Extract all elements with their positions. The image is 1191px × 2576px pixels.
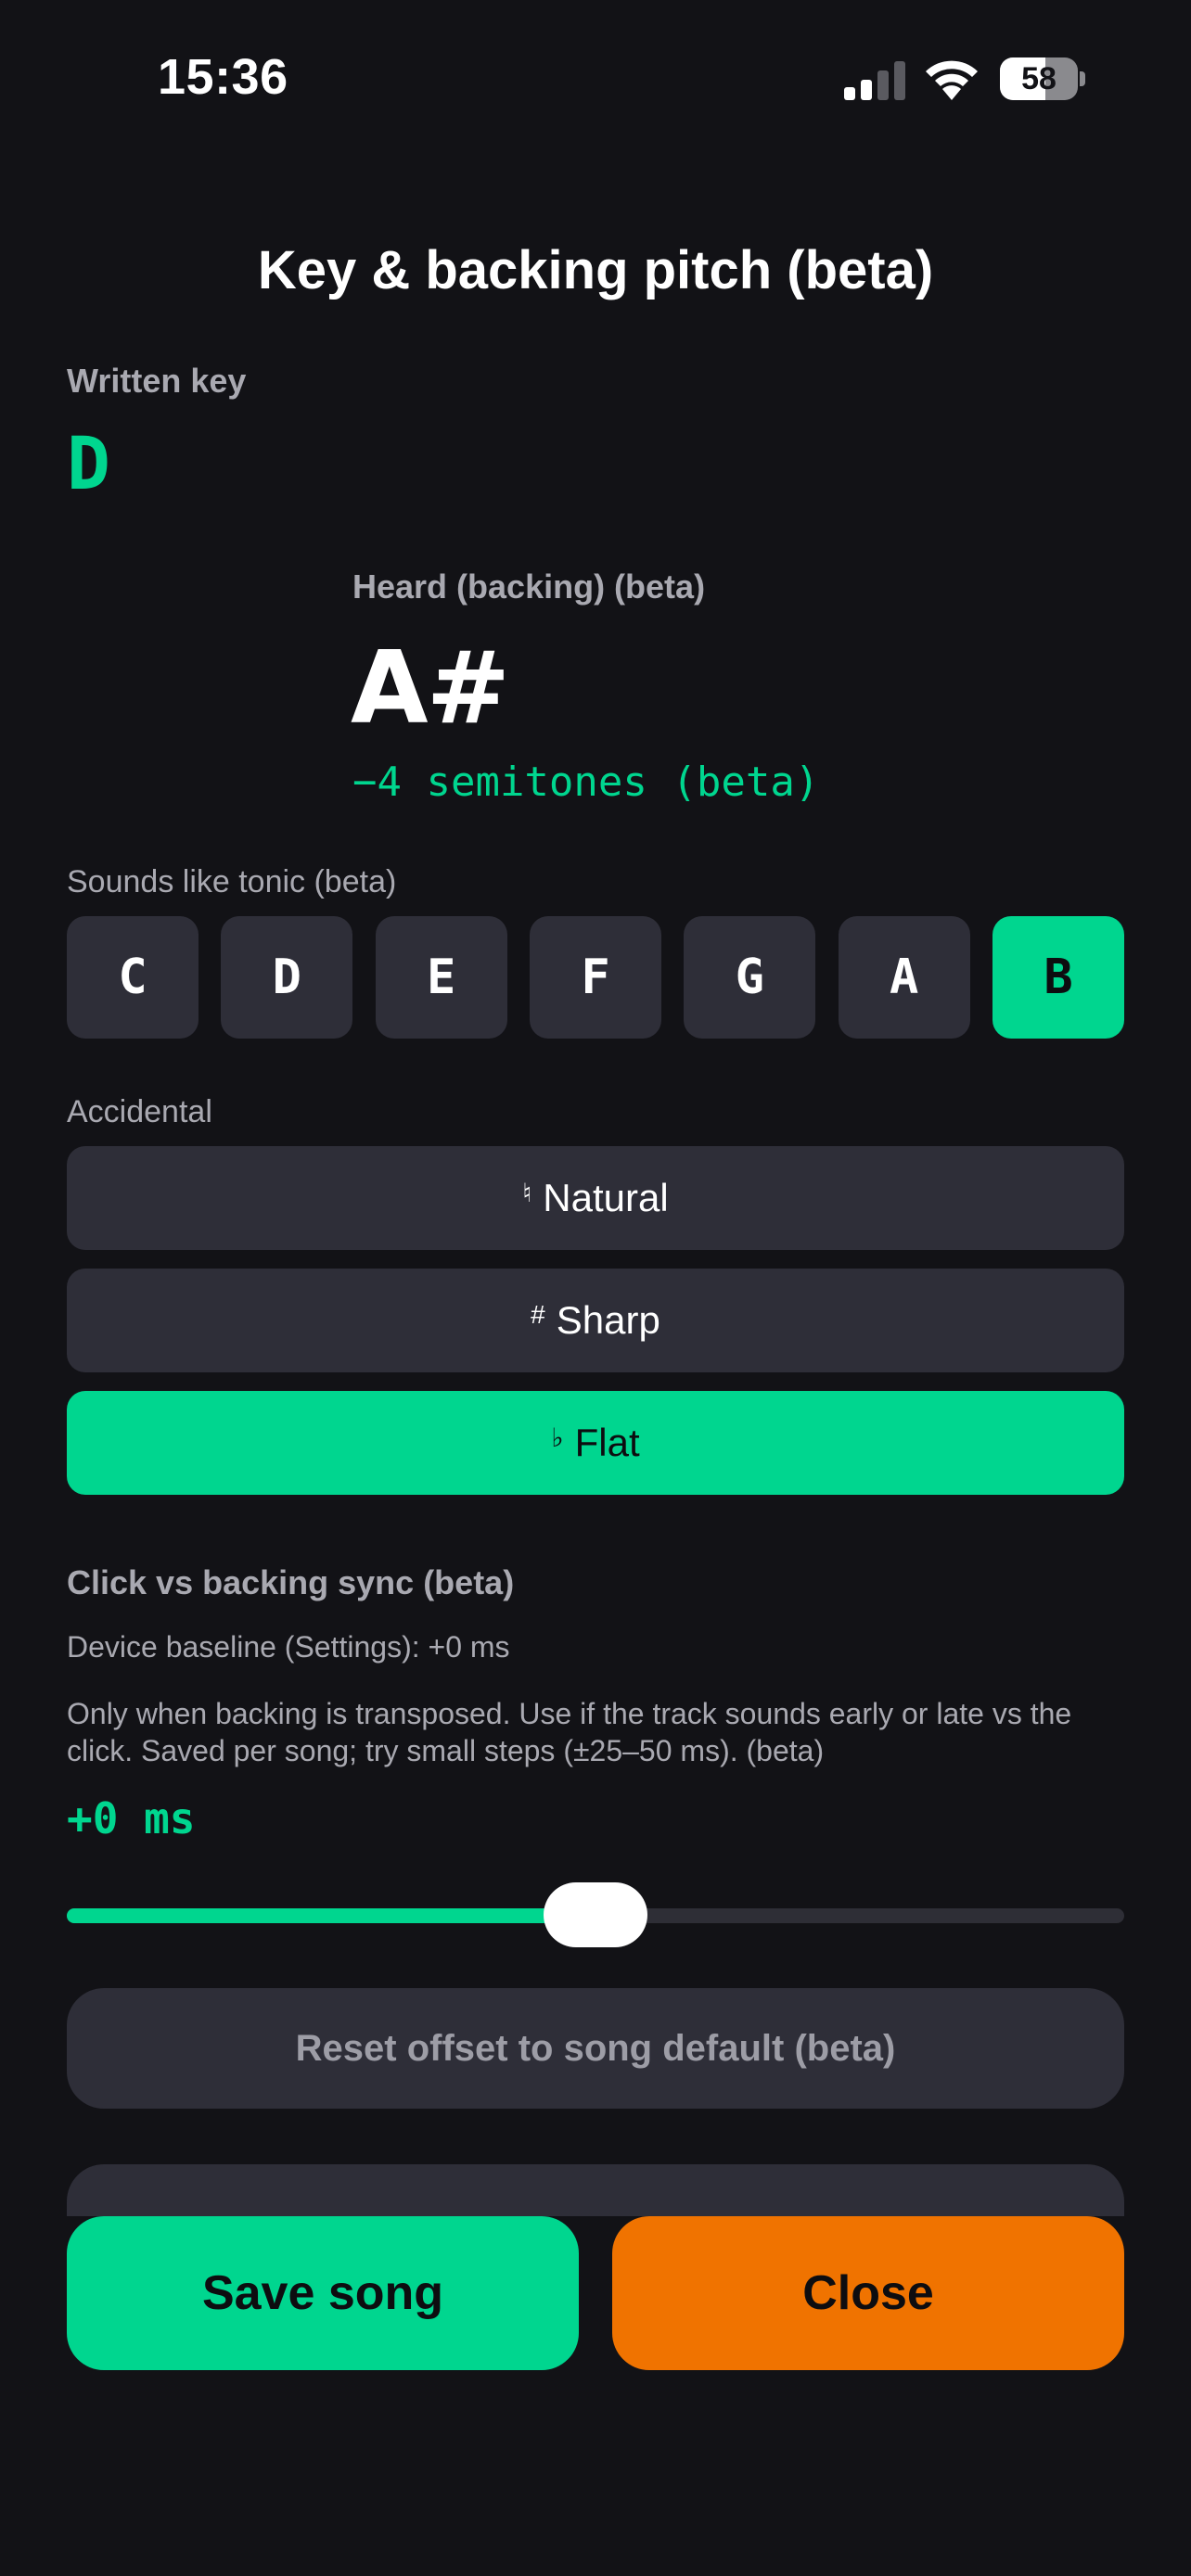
reset-offset-button[interactable]: Reset offset to song default (beta) [67,1988,1124,2109]
device-baseline-text: Device baseline (Settings): +0 ms [67,1630,510,1664]
save-song-button[interactable]: Save song [67,2216,579,2370]
written-key-value: D [67,423,110,506]
heard-key-value: A# [351,631,510,746]
written-key-label: Written key [67,362,247,400]
status-time: 15:36 [158,49,288,105]
tonic-button-c[interactable]: C [67,916,198,1039]
sharp-sign-icon: # [531,1300,545,1329]
slider-thumb[interactable] [544,1882,647,1947]
sync-description: Only when backing is transposed. Use if … [67,1697,1072,1767]
accidental-natural-button[interactable]: ♮ Natural [67,1146,1124,1250]
tonic-button-g[interactable]: G [684,916,816,1039]
sync-section-title: Click vs backing sync (beta) [67,1563,515,1601]
tonic-selector: C D E F G A B [67,916,1124,1039]
tonic-button-e[interactable]: E [375,916,507,1039]
accidental-label: Accidental [67,1094,212,1129]
slider-fill [67,1908,596,1923]
partially-hidden-button[interactable] [67,2164,1124,2216]
sheet-title: Key & backing pitch (beta) [257,240,934,300]
tonic-button-d[interactable]: D [221,916,353,1039]
flat-sign-icon: ♭ [551,1422,564,1452]
offset-value: +0 ms [67,1793,196,1843]
heard-key-label: Heard (backing) (beta) [352,567,706,606]
battery-icon: 58 [1000,57,1085,100]
close-button[interactable]: Close [612,2216,1124,2370]
accidental-sharp-label: Sharp [556,1298,660,1342]
tonic-button-f[interactable]: F [529,916,661,1039]
accidental-natural-label: Natural [543,1176,669,1219]
offset-slider[interactable] [67,1882,1124,1951]
accidental-flat-label: Flat [574,1421,640,1464]
tonic-button-a[interactable]: A [838,916,970,1039]
wifi-icon [926,60,978,100]
natural-sign-icon: ♮ [522,1178,532,1207]
tonic-label: Sounds like tonic (beta) [67,864,397,899]
accidental-flat-button[interactable]: ♭ Flat [67,1391,1124,1495]
battery-percent: 58 [1021,61,1057,96]
accidental-sharp-button[interactable]: # Sharp [67,1269,1124,1372]
cellular-signal-icon [844,61,905,100]
semitone-offset: −4 semitones (beta) [352,759,820,806]
tonic-button-b[interactable]: B [992,916,1124,1039]
